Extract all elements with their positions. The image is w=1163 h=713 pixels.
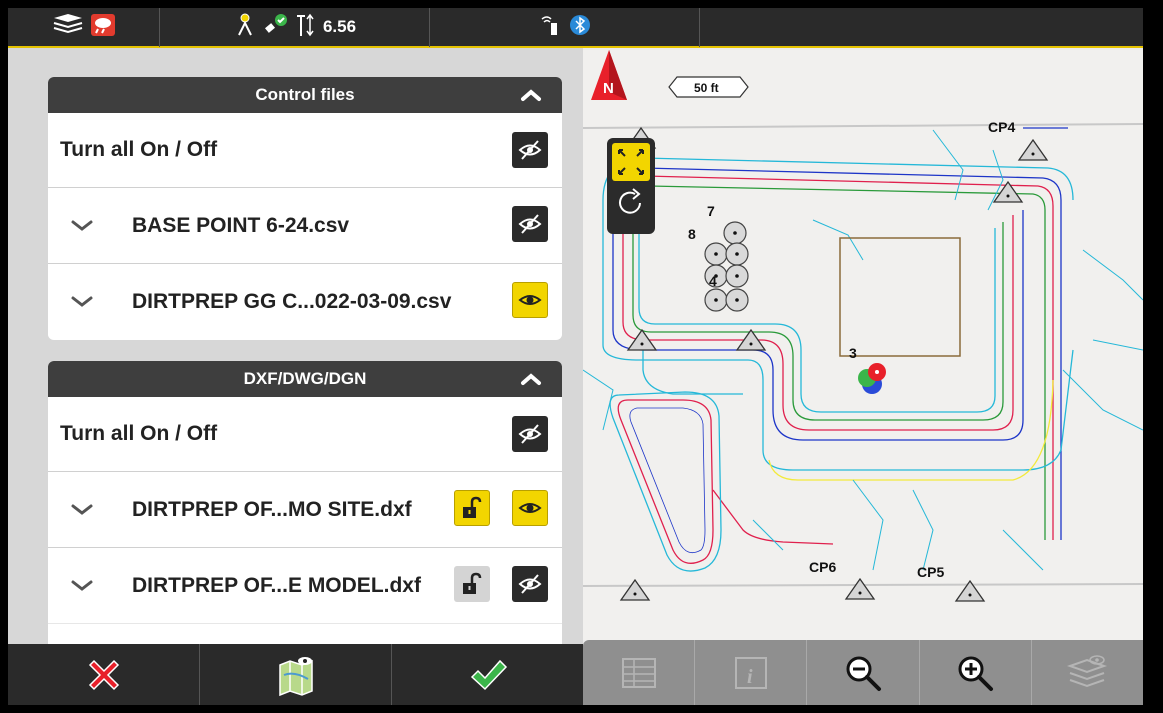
eye-icon [518, 295, 542, 305]
control-files-header[interactable]: Control files [48, 77, 562, 113]
info-button[interactable]: i [695, 640, 808, 705]
map-view-button[interactable] [200, 644, 392, 705]
dxf-file-lock-button[interactable] [454, 566, 490, 602]
eye-off-icon [518, 140, 542, 160]
scale-bar: 50 ft [668, 76, 749, 98]
status-gnss-segment[interactable]: 6.56 [160, 8, 430, 47]
dxf-toggle-all-label: Turn all On / Off [60, 422, 218, 445]
table-icon [621, 657, 656, 688]
confirm-button[interactable] [392, 644, 583, 705]
eye-off-icon [518, 574, 542, 594]
zoom-out-icon [846, 656, 881, 691]
zoom-out-button[interactable] [807, 640, 920, 705]
label-point-4: 4 [709, 273, 717, 289]
scale-label: 50 ft [694, 81, 719, 95]
dxf-file-name: DIRTPREP OF...E MODEL.dxf [132, 573, 421, 597]
dxf-file-visibility-button[interactable] [512, 490, 548, 526]
label-point-7: 7 [707, 203, 715, 219]
antenna-height-icon [295, 12, 317, 43]
dxf-file-lock-button[interactable] [454, 490, 490, 526]
dxf-title: DXF/DWG/DGN [243, 369, 367, 388]
weather-alert-icon [90, 13, 116, 42]
map-view[interactable]: CP4 CP5 CP6 7 8 4 3 N 50 ft [583, 50, 1143, 640]
surveyor-icon [233, 13, 257, 42]
dxf-file-name: DIRTPREP OF...MO SITE.dxf [132, 497, 412, 521]
cancel-button[interactable] [8, 644, 200, 705]
cancel-icon [88, 659, 119, 690]
zoom-in-icon [958, 656, 994, 691]
dxf-file-row[interactable]: DIRTPREP OF...E MODEL.dxf [48, 547, 562, 623]
control-point-markers[interactable] [619, 126, 1049, 602]
app-frame: 6.56 Control files Turn all On / Off BAS… [0, 0, 1163, 713]
expand-chevron-icon[interactable] [70, 503, 106, 517]
control-files-card: Control files Turn all On / Off BASE POI… [48, 77, 562, 340]
label-cp6: CP6 [809, 559, 836, 575]
dxf-toggle-all-visibility-button[interactable] [512, 416, 548, 452]
control-file-row[interactable]: BASE POINT 6-24.csv [48, 187, 562, 263]
layers-icon [1067, 654, 1108, 687]
north-label: N [603, 80, 614, 97]
map-view-icon [278, 656, 313, 696]
status-comms-segment[interactable] [430, 8, 700, 47]
control-toggle-all-label: Turn all On / Off [60, 138, 218, 161]
svg-text:i: i [747, 666, 753, 688]
dialog-action-bar [8, 644, 583, 705]
map-tools-overlay [607, 138, 655, 234]
zoom-extents-button[interactable] [612, 143, 650, 181]
dxf-file-visibility-button[interactable] [512, 566, 548, 602]
status-app-segment[interactable] [8, 8, 160, 47]
status-bar: 6.56 [8, 8, 1143, 48]
satellite-ok-icon [263, 13, 289, 42]
dxf-header[interactable]: DXF/DWG/DGN [48, 361, 562, 397]
eye-off-icon [518, 424, 542, 444]
control-file-row[interactable]: DIRTPREP GG C...022-03-09.csv [48, 263, 562, 339]
eye-off-icon [518, 214, 542, 234]
label-cp4: CP4 [988, 119, 1015, 135]
eye-icon [518, 503, 542, 513]
control-file-name: BASE POINT 6-24.csv [132, 213, 350, 237]
bluetooth-icon [569, 13, 591, 42]
dxf-file-row-partial[interactable] [48, 623, 562, 644]
layers-button[interactable] [1032, 640, 1143, 705]
unlock-icon [463, 496, 482, 518]
control-toggle-all-visibility-button[interactable] [512, 132, 548, 168]
control-file-visibility-button[interactable] [512, 206, 548, 242]
label-point-3: 3 [849, 345, 857, 361]
control-point-marker[interactable] [1017, 138, 1049, 161]
device-screen: 6.56 Control files Turn all On / Off BAS… [8, 8, 1143, 705]
control-point-marker[interactable] [619, 578, 651, 601]
dxf-toggle-all-row: Turn all On / Off [48, 397, 562, 471]
info-icon: i [734, 656, 767, 689]
confirm-icon [470, 659, 507, 690]
precision-value: 6.56 [322, 17, 357, 36]
map-canvas[interactable]: CP4 CP5 CP6 7 8 4 3 N 50 ft [583, 50, 1143, 640]
survey-point-cluster[interactable] [704, 221, 749, 312]
control-file-name: DIRTPREP GG C...022-03-09.csv [132, 289, 452, 313]
collapse-chevron-icon[interactable] [520, 369, 542, 389]
control-toggle-all-row: Turn all On / Off [48, 113, 562, 187]
control-file-visibility-button[interactable] [512, 282, 548, 318]
layers-app-icon [52, 12, 84, 43]
collapse-chevron-icon[interactable] [520, 85, 542, 105]
control-point-marker[interactable] [844, 577, 876, 600]
unlock-icon [463, 572, 482, 594]
expand-chevron-icon[interactable] [70, 219, 106, 233]
north-arrow-icon[interactable]: N [591, 50, 627, 100]
layers-panel: Control files Turn all On / Off BASE POI… [8, 48, 583, 644]
expand-chevron-icon[interactable] [70, 295, 106, 309]
map-toolbar: i [583, 640, 1143, 705]
zoom-in-button[interactable] [920, 640, 1032, 705]
table-button[interactable] [583, 640, 696, 705]
radio-link-icon [539, 13, 563, 42]
label-cp5: CP5 [917, 564, 944, 580]
current-position-marker[interactable] [858, 363, 886, 394]
expand-chevron-icon[interactable] [70, 579, 106, 593]
dxf-file-row[interactable]: DIRTPREP OF...MO SITE.dxf [48, 471, 562, 547]
status-empty-segment [700, 8, 1143, 47]
dxf-card: DXF/DWG/DGN Turn all On / Off DIRTPREP O… [48, 361, 562, 644]
control-files-title: Control files [255, 85, 355, 104]
label-point-8: 8 [688, 226, 696, 242]
